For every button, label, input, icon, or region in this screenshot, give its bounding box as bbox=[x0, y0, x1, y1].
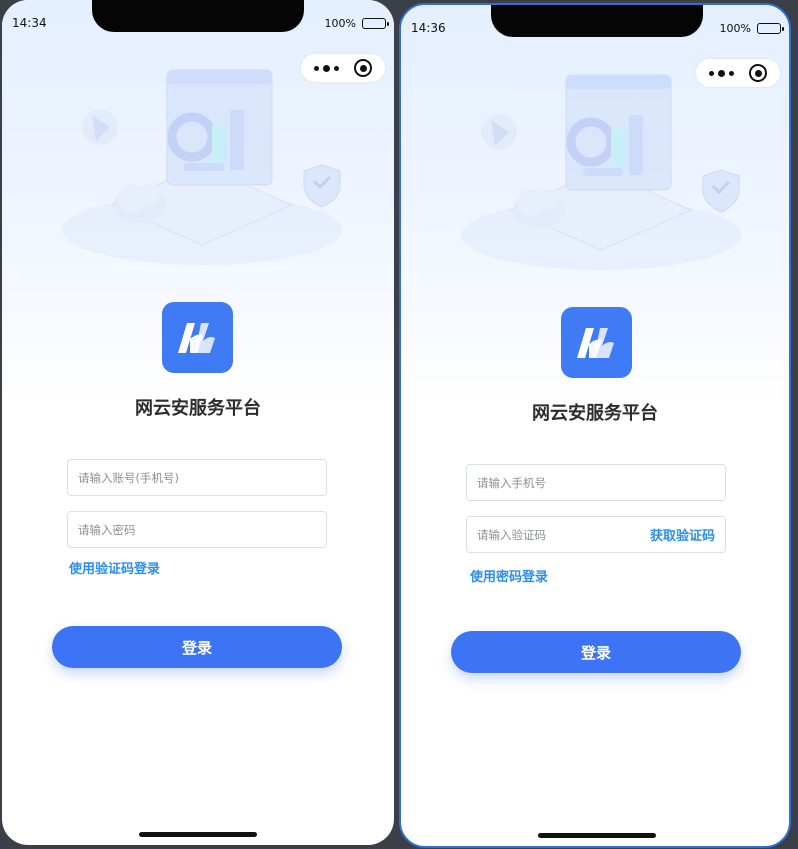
phone-screen-code-login: 14:36 100% 网云安服务平台 获取验证码 使用密码登录 登录 bbox=[399, 3, 791, 848]
code-input[interactable] bbox=[477, 527, 650, 542]
phone-screen-password-login: 14:34 100% 网云安服务平台 使用验证码登录 登录 bbox=[2, 0, 394, 845]
more-dots-icon[interactable] bbox=[709, 69, 734, 77]
status-battery: 100% bbox=[324, 17, 389, 30]
password-input[interactable] bbox=[78, 522, 316, 537]
device-notch bbox=[92, 0, 304, 32]
mini-program-capsule bbox=[695, 58, 781, 88]
login-button[interactable]: 登录 bbox=[52, 626, 342, 668]
phone-input[interactable] bbox=[477, 475, 715, 490]
status-battery: 100% bbox=[719, 22, 784, 35]
status-time: 14:36 bbox=[411, 21, 446, 35]
more-dots-icon[interactable] bbox=[314, 64, 339, 72]
app-title: 网云安服务平台 bbox=[532, 403, 658, 424]
phone-field[interactable] bbox=[466, 464, 726, 501]
app-logo bbox=[561, 307, 632, 378]
battery-icon bbox=[362, 18, 389, 29]
target-circle-icon[interactable] bbox=[749, 64, 767, 82]
status-time: 14:34 bbox=[12, 16, 47, 30]
home-indicator bbox=[139, 832, 257, 837]
device-notch bbox=[491, 5, 703, 37]
account-field[interactable] bbox=[67, 459, 327, 496]
mini-program-capsule bbox=[300, 53, 386, 83]
login-button[interactable]: 登录 bbox=[451, 631, 741, 673]
cloud-platform-illustration bbox=[62, 69, 342, 265]
battery-percent: 100% bbox=[719, 22, 751, 35]
battery-icon bbox=[757, 23, 784, 34]
switch-to-password-login-link[interactable]: 使用密码登录 bbox=[470, 566, 548, 585]
code-field[interactable]: 获取验证码 bbox=[466, 516, 726, 553]
home-indicator bbox=[538, 833, 656, 838]
app-logo bbox=[162, 302, 233, 373]
account-input[interactable] bbox=[78, 470, 316, 485]
logo-mark-icon bbox=[177, 322, 215, 353]
get-code-link[interactable]: 获取验证码 bbox=[650, 525, 715, 544]
target-circle-icon[interactable] bbox=[354, 59, 372, 77]
switch-to-code-login-link[interactable]: 使用验证码登录 bbox=[69, 558, 160, 577]
cloud-platform-illustration bbox=[461, 74, 741, 270]
password-field[interactable] bbox=[67, 511, 327, 548]
battery-percent: 100% bbox=[324, 17, 356, 30]
logo-mark-icon bbox=[576, 327, 614, 358]
app-title: 网云安服务平台 bbox=[135, 398, 261, 419]
